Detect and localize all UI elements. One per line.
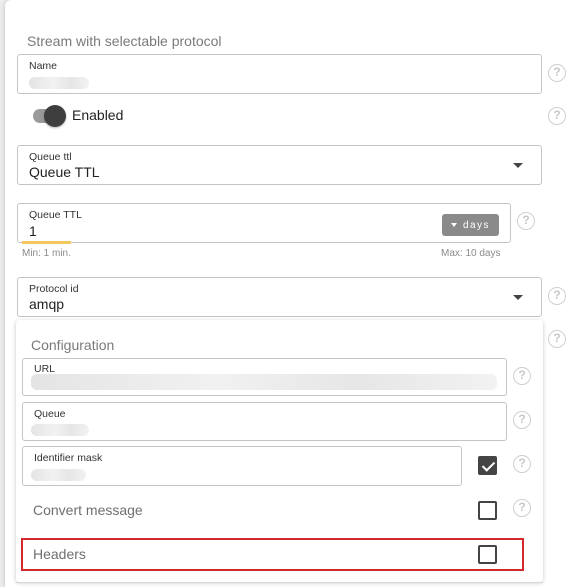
name-field[interactable]: Name — [17, 54, 542, 94]
protocol-id-help-icon[interactable]: ? — [548, 287, 566, 305]
queue-ttl-input-value: 1 — [29, 223, 37, 239]
queue-ttl-select-label: Queue ttl — [29, 151, 72, 163]
queue-ttl-select[interactable]: Queue ttl Queue TTL — [17, 145, 542, 185]
chevron-down-icon — [513, 163, 523, 168]
bottom-divider — [16, 582, 543, 587]
queue-field-value-redacted — [31, 424, 89, 436]
enabled-help-icon[interactable]: ? — [548, 107, 566, 125]
queue-help-icon[interactable]: ? — [513, 411, 531, 429]
identifier-mask-label: Identifier mask — [34, 452, 103, 464]
headers-checkbox[interactable] — [478, 545, 497, 564]
identifier-mask-checkbox[interactable] — [478, 456, 497, 475]
ttl-unit-dropdown-button[interactable]: days — [442, 214, 499, 236]
section-title: Stream with selectable protocol — [27, 33, 222, 49]
name-field-value-redacted — [29, 77, 89, 89]
protocol-id-label: Protocol id — [29, 283, 79, 295]
headers-highlight-box — [21, 538, 524, 571]
queue-field-label: Queue — [34, 408, 66, 420]
identifier-mask-help-icon[interactable]: ? — [513, 455, 531, 473]
protocol-id-value: amqp — [29, 296, 65, 312]
url-help-icon[interactable]: ? — [513, 367, 531, 385]
protocol-id-select[interactable]: Protocol id amqp — [17, 277, 542, 317]
configuration-help-icon[interactable]: ? — [548, 330, 566, 348]
configuration-title: Configuration — [31, 337, 115, 353]
ttl-min-hint: Min: 1 min. — [22, 248, 71, 259]
name-field-label: Name — [29, 60, 58, 72]
headers-label: Headers — [33, 546, 86, 562]
ttl-progress-bar — [22, 241, 71, 244]
identifier-mask-field[interactable]: Identifier mask — [22, 446, 462, 486]
name-help-icon[interactable]: ? — [548, 64, 566, 82]
ttl-max-hint: Max: 10 days — [441, 248, 501, 259]
enabled-toggle-label: Enabled — [72, 107, 124, 123]
chevron-down-icon — [513, 295, 523, 300]
queue-ttl-input-label: Queue TTL — [29, 209, 82, 221]
queue-ttl-select-value: Queue TTL — [29, 164, 100, 180]
convert-message-help-icon[interactable]: ? — [513, 499, 531, 517]
queue-field[interactable]: Queue — [22, 402, 507, 441]
enabled-toggle-knob[interactable] — [44, 105, 66, 127]
queue-ttl-input[interactable]: Queue TTL 1 — [17, 203, 511, 243]
url-field-value-redacted — [31, 374, 497, 390]
ttl-unit-label: days — [462, 219, 491, 231]
convert-message-label: Convert message — [33, 502, 143, 518]
convert-message-checkbox[interactable] — [478, 501, 497, 520]
url-field[interactable]: URL — [22, 358, 507, 396]
identifier-mask-value-redacted — [31, 469, 86, 481]
queue-ttl-help-icon[interactable]: ? — [517, 212, 535, 230]
chevron-down-icon — [450, 223, 457, 227]
